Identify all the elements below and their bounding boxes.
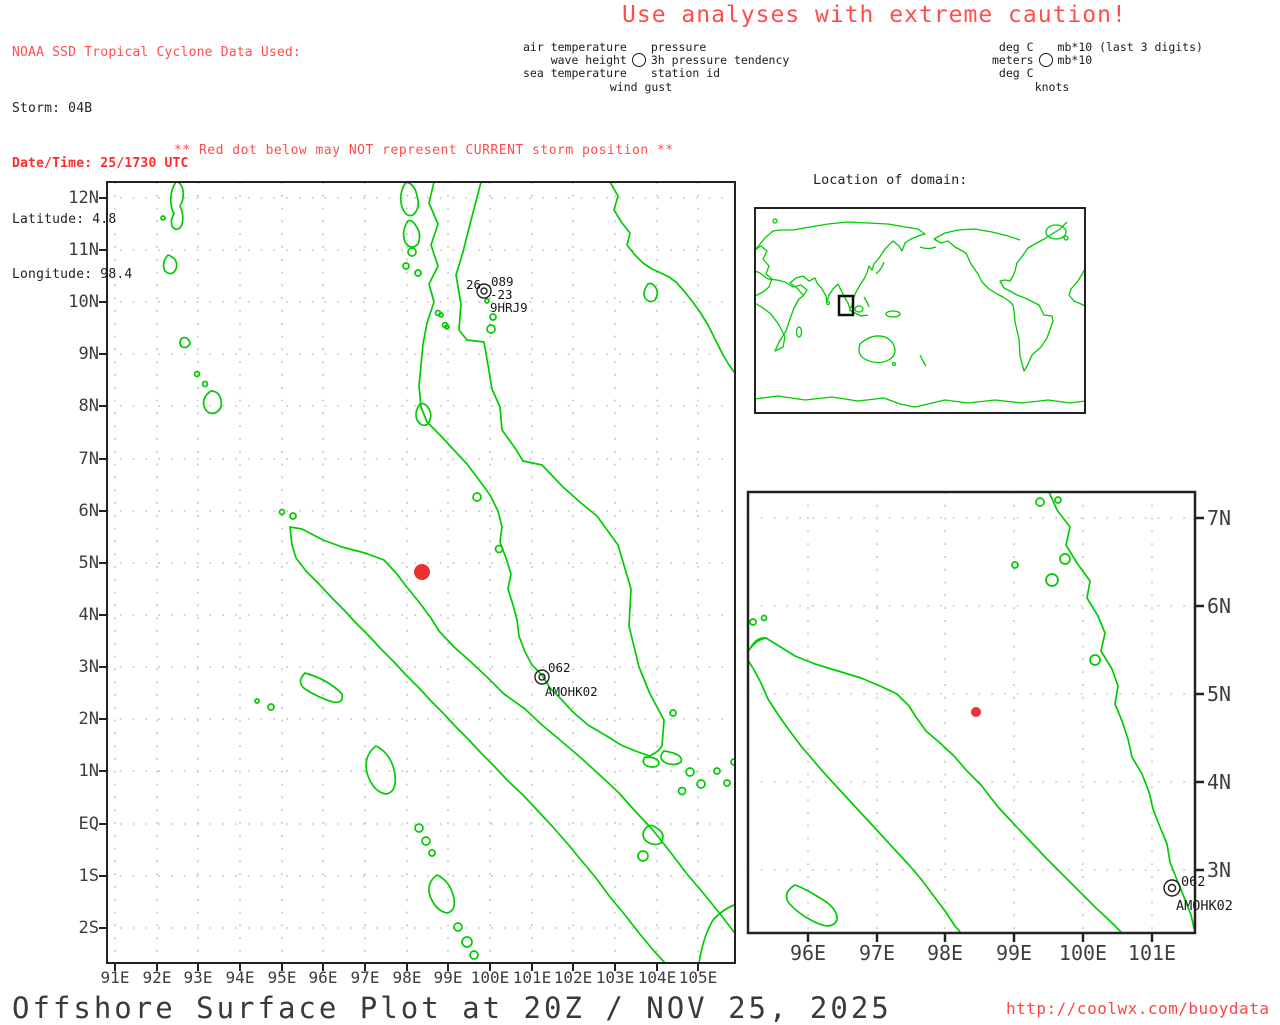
zoom-inset-lat-tick-label: 7N [1207,506,1232,530]
world-map-coastlines [755,218,1085,408]
main-map-lat-tick-label: 6N [78,501,99,521]
zoom-inset-lat-tick-label: 6N [1207,594,1232,618]
source-url-link[interactable]: http://coolwx.com/buoydata [1006,999,1269,1018]
main-map-lat-tick-label: EQ [78,814,99,834]
station-id: 9HRJ9 [490,300,528,315]
main-map-lat-tick-label: 2S [78,918,99,938]
main-map-lat-tick-label: 7N [78,449,99,469]
storm-position-dot-inset [971,707,981,717]
zoom-inset-lon-tick-label: 99E [995,941,1033,965]
station-plot-amohk02: 062 AMOHK02 [534,660,598,699]
tc-latitude-line: Latitude: 4.8 [12,211,117,227]
station-circle-icon [1038,53,1053,67]
zoom-inset-lat-tick-label: 4N [1207,770,1232,794]
zoom-inset-lon-tick-label: 97E [858,941,896,965]
caution-banner: Use analyses with extreme caution! [622,2,1127,28]
zoom-inset-lat-tick-label: 3N [1207,858,1232,882]
domain-inset-title: Location of domain: [813,172,968,188]
station-pressure: 062 [1181,874,1205,890]
tc-storm-line: Storm: 04B [12,100,93,116]
legend-param: station id [650,66,721,80]
main-map-lat-tick-label: 9N [78,344,99,364]
main-map-lat-tick-label: 1N [78,761,99,781]
page-title: Offshore Surface Plot at 20Z / NOV 25, 2… [12,991,892,1025]
station-air-temp: 26 [466,277,481,292]
main-map-lat-tick-label: 11N [68,240,99,260]
main-map-lat-tick-label: 10N [68,292,99,312]
zoom-inset-lon-tick-label: 101E [1127,941,1177,965]
storm-position-dot [414,564,430,580]
station-id: AMOHK02 [1176,898,1233,914]
storm-position-warning: ** Red dot below may NOT represent CURRE… [174,143,674,158]
legend-param-wind-gust: wind gust [609,80,673,94]
zoom-inset-lon-tick-label: 96E [789,941,827,965]
station-units-legend: deg C meters deg C mb*10 (last 3 digits)… [992,41,1203,80]
legend-unit: mb*10 [1057,53,1093,67]
main-map-lon-tick-label: 105E [678,968,718,987]
main-map-lat-tick-label: 2N [78,709,99,729]
main-map-lat-tick-label: 5N [78,553,99,573]
world-map-border [754,207,1086,414]
main-map-lat-tick-label: 12N [68,188,99,208]
tc-longitude-line: Longitude: 98.4 [12,267,133,282]
zoom-inset-coastlines [748,492,1195,933]
legend-unit-knots: knots [1034,80,1070,94]
zoom-inset-lat-tick-label: 5N [1207,682,1232,706]
zoom-inset-lon-tick-label: 98E [926,941,964,965]
legend-param: sea temperature [523,66,627,80]
main-map-lat-tick-label: 8N [78,396,99,416]
main-map-lat-tick-label: 4N [78,605,99,625]
station-model-legend: air temperature wave height sea temperat… [523,41,789,80]
zoom-inset-lon-tick-label: 100E [1058,941,1108,965]
station-id: AMOHK02 [545,684,598,699]
station-circle-icon [631,53,646,67]
tc-source-line: NOAA SSD Tropical Cyclone Data Used: [12,45,301,60]
station-pressure: 062 [548,660,571,675]
main-map-lat-tick-label: 1S [78,866,99,886]
main-map-lat-tick-label: 3N [78,657,99,677]
legend-unit: deg C [998,66,1034,80]
station-plot-9hrj9: 26 089 -23 9HRJ9 [466,274,528,315]
